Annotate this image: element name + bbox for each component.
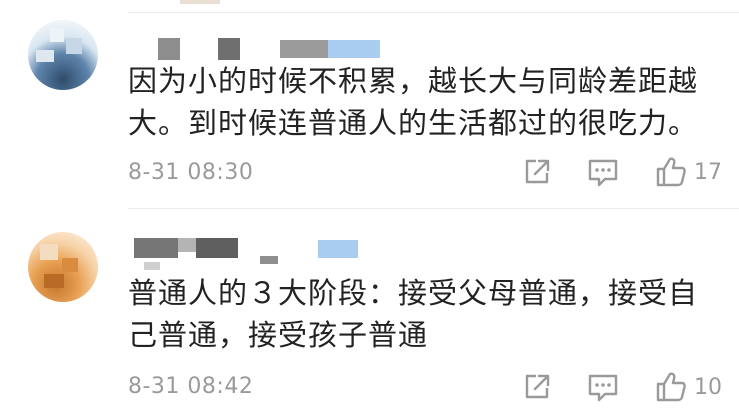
like-button[interactable]: 17	[654, 155, 722, 189]
previous-comment-edge	[0, 0, 739, 12]
reply-button[interactable]	[587, 158, 619, 188]
comment-time: 8-31 08:42	[128, 374, 254, 399]
divider	[128, 12, 739, 13]
share-icon	[525, 159, 550, 184]
username-redacted[interactable]	[134, 238, 394, 270]
comment-icon	[588, 159, 618, 187]
like-button[interactable]: 10	[654, 370, 722, 404]
like-count: 10	[694, 374, 722, 400]
reply-button[interactable]	[587, 373, 619, 403]
comment-icon	[588, 374, 618, 402]
username-redacted[interactable]	[134, 38, 394, 62]
share-button[interactable]	[522, 372, 552, 402]
like-count: 17	[694, 159, 722, 185]
avatar[interactable]	[28, 20, 98, 90]
avatar[interactable]	[28, 232, 98, 302]
thumbs-up-icon	[656, 157, 686, 187]
share-button[interactable]	[522, 157, 552, 187]
comment-text: 因为小的时候不积累，越长大与同龄差距越大。到时候连普通人的生活都过的很吃力。	[128, 64, 699, 140]
comment-text: 普通人的３大阶段：接受父母普通，接受自己普通，接受孩子普通	[128, 276, 699, 352]
share-icon	[525, 374, 550, 399]
comment-time: 8-31 08:30	[128, 160, 254, 185]
divider	[128, 208, 739, 209]
previous-comment-fragment	[180, 0, 220, 4]
thumbs-up-icon	[656, 372, 686, 402]
